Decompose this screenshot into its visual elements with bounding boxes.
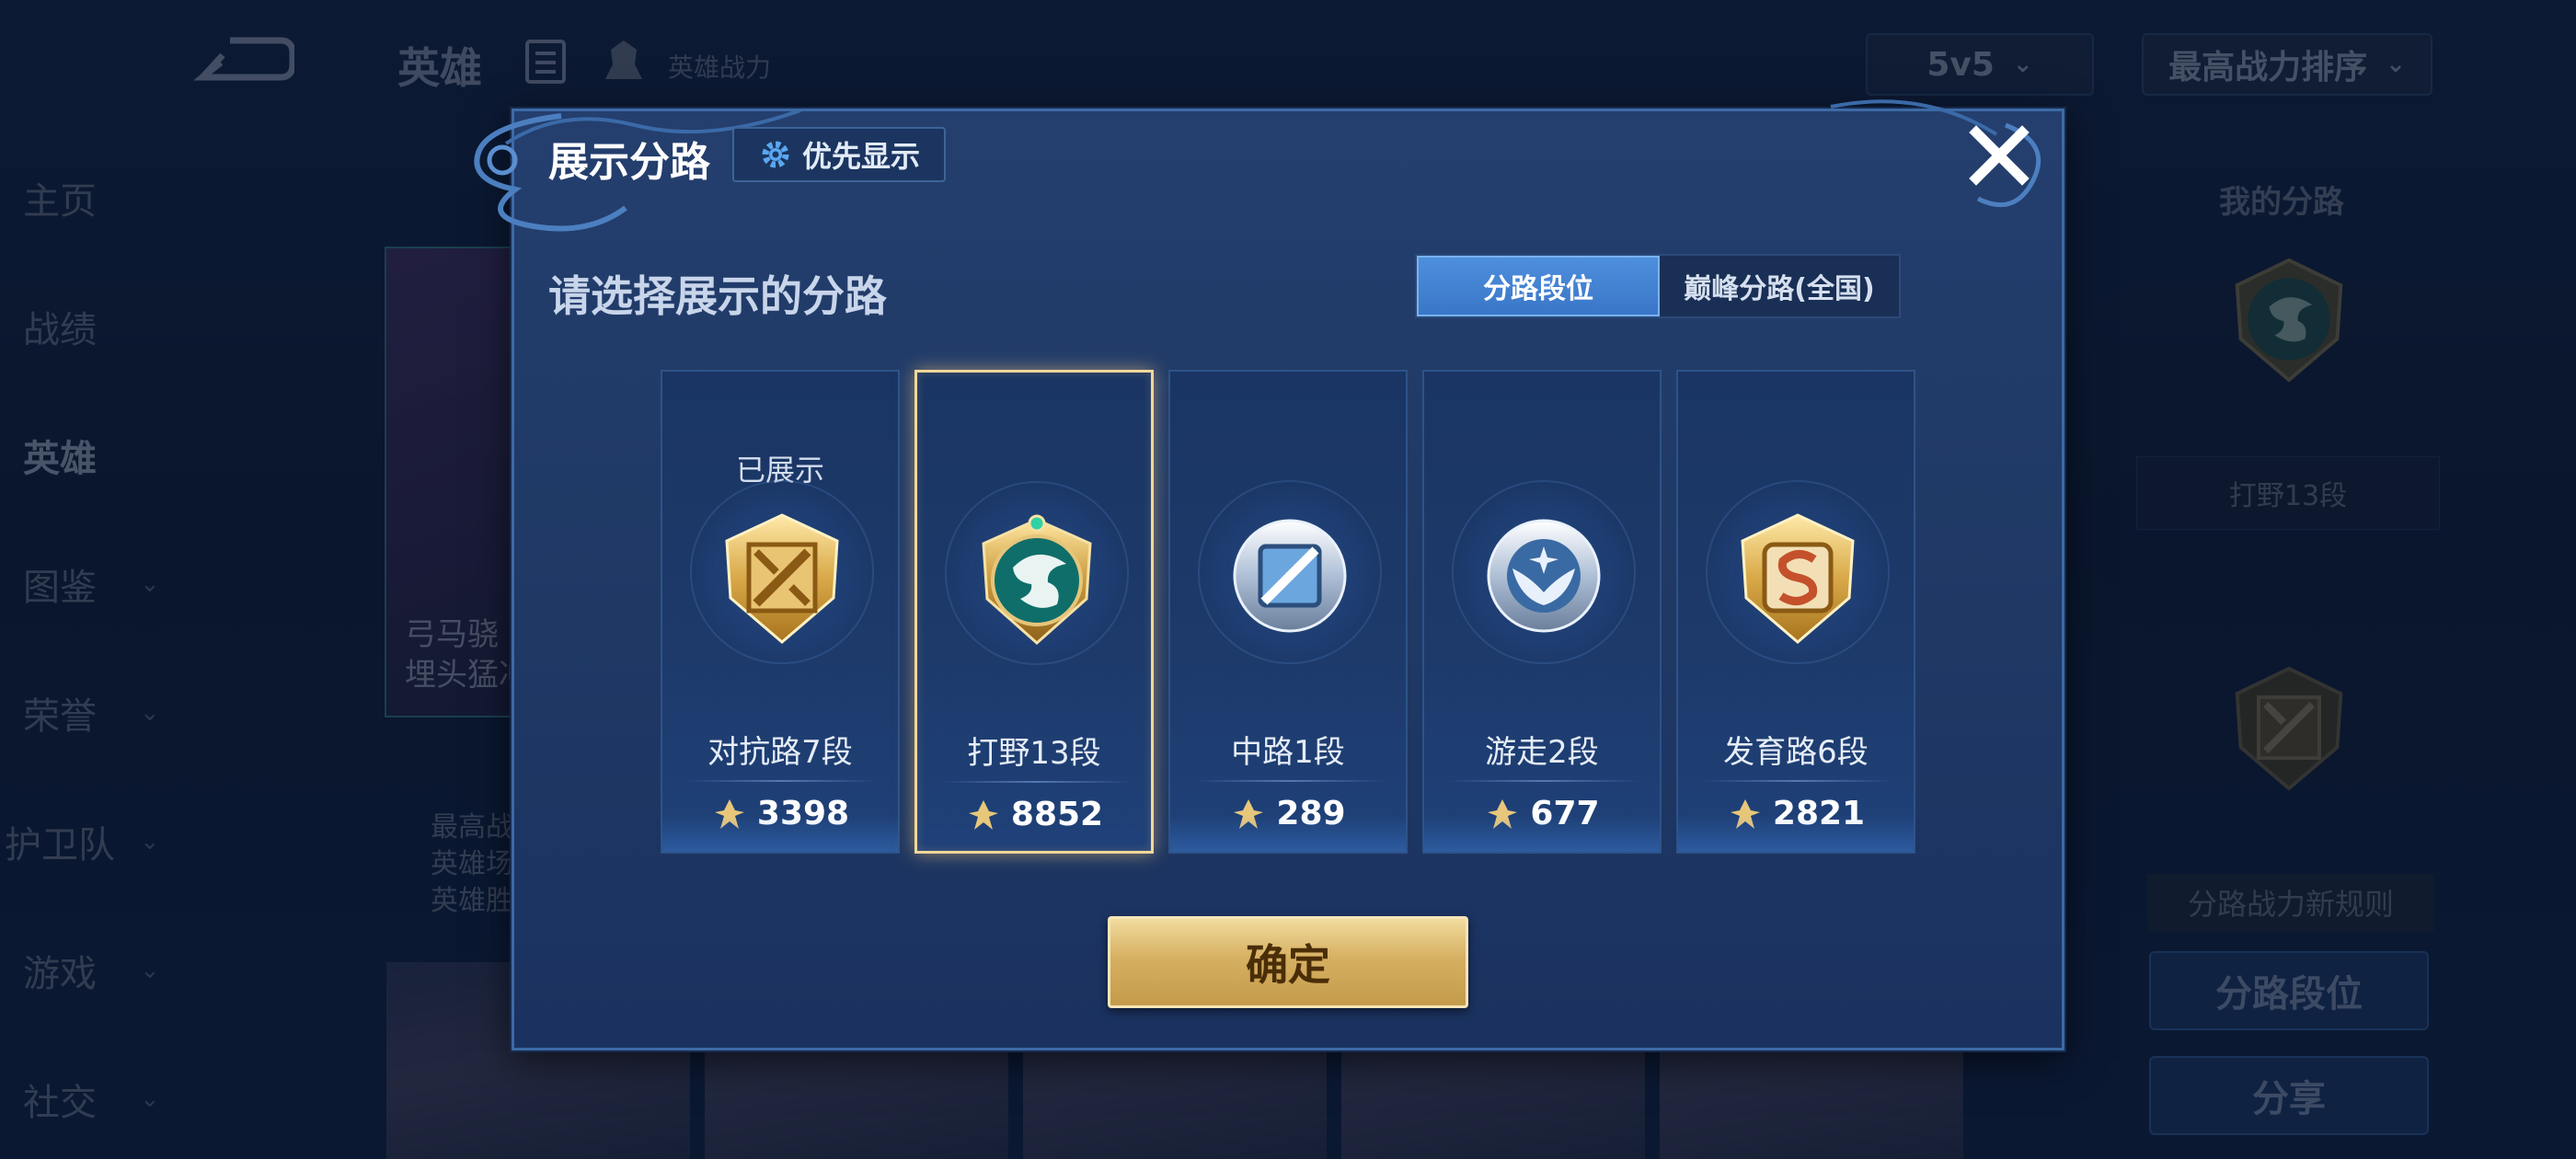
divider: [941, 781, 1133, 783]
lane-card-list: 已展示 对抗路7段 3398 打野13段 8852 中路1段 289 游走2段 …: [661, 370, 1915, 855]
lane-power-value: 8852: [1010, 796, 1104, 833]
farm-lane-badge-icon: [1741, 513, 1855, 644]
close-icon[interactable]: [1967, 123, 2031, 188]
divider: [1194, 780, 1386, 782]
confirm-button[interactable]: 确定: [1108, 916, 1468, 1008]
priority-display-label: 优先显示: [801, 139, 920, 174]
lane-rank-label: 对抗路7段: [707, 734, 853, 771]
lane-card-farm[interactable]: 发育路6段 2821: [1676, 370, 1915, 854]
card-glow: [1170, 815, 1406, 852]
lane-card-roam[interactable]: 游走2段 677: [1422, 370, 1662, 854]
dialog-subtitle: 请选择展示的分路: [548, 271, 887, 321]
dialog-title: 展示分路: [548, 139, 710, 186]
tab-lane-rank[interactable]: 分路段位: [1417, 256, 1660, 316]
card-glow: [1424, 815, 1660, 852]
divider: [1702, 780, 1893, 782]
jungle-dragon-badge-icon: [982, 514, 1092, 646]
roam-wings-badge-icon: [1487, 519, 1601, 633]
gear-icon: [762, 141, 789, 168]
tab-peak-lane-national[interactable]: 巅峰分路(全国): [1660, 256, 1899, 316]
divider: [686, 780, 878, 782]
priority-display-button[interactable]: 优先显示: [732, 127, 946, 182]
mid-lane-badge-icon: [1233, 519, 1347, 633]
card-glow: [662, 815, 898, 852]
power-icon: [968, 799, 998, 830]
lane-power: 8852: [917, 796, 1151, 833]
lane-rank-label: 打野13段: [967, 735, 1101, 772]
lane-card-mid[interactable]: 中路1段 289: [1168, 370, 1408, 854]
lane-card-jungle[interactable]: 打野13段 8852: [914, 370, 1154, 854]
lane-mode-toggle: 分路段位 巅峰分路(全国): [1415, 254, 1901, 318]
lane-rank-label: 游走2段: [1485, 734, 1599, 771]
lane-rank-label: 发育路6段: [1723, 734, 1869, 771]
lane-rank-label: 中路1段: [1231, 734, 1345, 771]
lane-card-clash[interactable]: 已展示 对抗路7段 3398: [661, 370, 900, 854]
card-glow: [1678, 815, 1914, 852]
clash-lane-badge-icon: [725, 513, 839, 644]
divider: [1448, 780, 1639, 782]
